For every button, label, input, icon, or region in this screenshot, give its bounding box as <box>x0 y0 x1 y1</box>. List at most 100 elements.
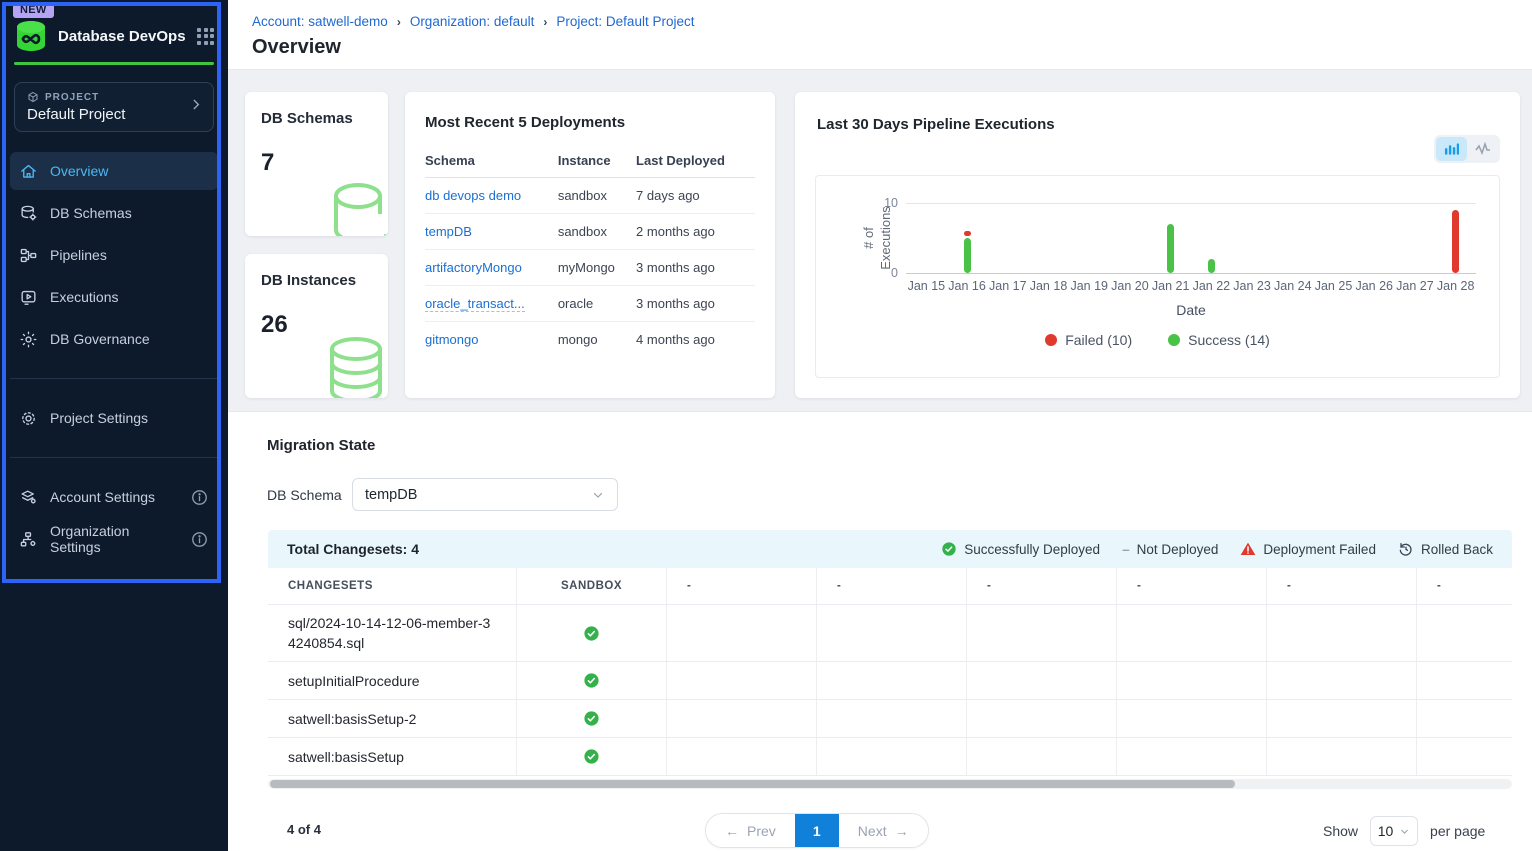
schema-link[interactable]: gitmongo <box>425 332 478 347</box>
sidebar-item-label: DB Governance <box>50 331 150 347</box>
sidebar-item-db-schemas[interactable]: DB Schemas <box>10 194 218 232</box>
play-box-icon <box>19 288 38 307</box>
sidebar-item-label: Organization Settings <box>50 523 178 555</box>
info-icon[interactable] <box>190 530 209 549</box>
db-schemas-card-title: DB Schemas <box>261 110 372 127</box>
app-title: Database DevOps <box>58 28 187 45</box>
x-tick-label: Jan 17 <box>989 279 1027 293</box>
schema-link[interactable]: db devops demo <box>425 188 521 203</box>
page-size-control: Show 10 per page <box>1323 816 1485 846</box>
breadcrumb-account-link[interactable]: Account: satwell-demo <box>252 14 388 29</box>
check-circle-icon <box>583 625 600 642</box>
sidebar-item-pipelines[interactable]: Pipelines <box>10 236 218 274</box>
breadcrumb-organization-link[interactable]: Organization: default <box>410 14 535 29</box>
chart-panel: # of Executions 10 0 Jan 15Jan 16Jan 17J… <box>815 175 1500 378</box>
horizontal-scrollbar <box>268 779 1512 789</box>
pager: ← Prev 1 Next → <box>705 813 929 848</box>
page-size-value: 10 <box>1378 823 1394 839</box>
col-sandbox: SANDBOX <box>517 568 667 604</box>
dash-icon: – <box>1122 542 1130 557</box>
breadcrumb-separator: › <box>543 15 547 29</box>
x-axis-title: Date <box>906 302 1476 318</box>
breadcrumb-project-link[interactable]: Project: Default Project <box>556 14 694 29</box>
sidebar-nav: Overview DB Schemas Pipelines Executions… <box>0 152 228 558</box>
failed-bar <box>964 231 971 236</box>
sidebar: NEW Database DevOps PROJECT Default Proj… <box>0 0 228 851</box>
schema-link[interactable]: tempDB <box>425 224 472 239</box>
chart-legend-item: Success (14) <box>1168 332 1270 348</box>
db-instances-card: DB Instances 26 <box>245 254 388 398</box>
sidebar-item-account-settings[interactable]: Account Settings <box>10 478 218 516</box>
col-dash: - <box>667 568 817 604</box>
x-axis-line <box>906 273 1476 274</box>
changeset-name: sql/2024-10-14-12-06-member-34240854.sql <box>268 605 517 662</box>
recent-deployments-card: Most Recent 5 Deployments Schema Instanc… <box>405 92 775 398</box>
col-schema: Schema <box>425 143 558 178</box>
gear-icon <box>19 409 38 428</box>
app-window: NEW Database DevOps PROJECT Default Proj… <box>0 0 1532 851</box>
x-tick-label: Jan 19 <box>1070 279 1108 293</box>
arrow-right-icon: → <box>895 823 909 839</box>
last-deployed-cell: 4 months ago <box>636 322 755 358</box>
instance-cell: sandbox <box>558 178 636 214</box>
db-instances-count: 26 <box>261 311 372 339</box>
sidebar-item-project-settings[interactable]: Project Settings <box>10 399 218 437</box>
legend-successfully-deployed: Successfully Deployed <box>941 541 1100 557</box>
next-page-button[interactable]: Next → <box>839 814 928 847</box>
page-title: Overview <box>252 36 341 59</box>
check-circle-icon <box>941 541 957 557</box>
instance-cell: oracle <box>558 286 636 322</box>
sidebar-item-organization-settings[interactable]: Organization Settings <box>10 520 218 558</box>
chevron-right-icon <box>189 98 203 117</box>
x-tick-label: Jan 15 <box>908 279 946 293</box>
last-deployed-cell: 7 days ago <box>636 178 755 214</box>
sidebar-item-overview[interactable]: Overview <box>10 152 218 190</box>
horizontal-scrollbar-thumb[interactable] <box>270 780 1235 788</box>
db-schema-select[interactable]: tempDB <box>352 478 618 511</box>
line-chart-toggle-button[interactable] <box>1467 137 1498 161</box>
changeset-row: satwell:basisSetup <box>268 738 1512 776</box>
sandbox-status-cell <box>517 605 667 662</box>
legend-dot-icon <box>1045 334 1057 346</box>
page-size-select[interactable]: 10 <box>1370 816 1418 846</box>
recent-deployments-table: Schema Instance Last Deployed db devops … <box>425 143 755 357</box>
last-deployed-cell: 3 months ago <box>636 250 755 286</box>
schema-link[interactable]: artifactoryMongo <box>425 260 522 275</box>
x-tick-label: Jan 20 <box>1111 279 1149 293</box>
sidebar-item-db-governance[interactable]: DB Governance <box>10 320 218 358</box>
gear-icon <box>19 330 38 349</box>
sandbox-status-cell <box>517 700 667 737</box>
bar-chart-toggle-button[interactable] <box>1436 137 1467 161</box>
db-schema-select-value: tempDB <box>365 487 417 503</box>
schema-link[interactable]: oracle_transact... <box>425 296 525 312</box>
table-header-row: Schema Instance Last Deployed <box>425 143 755 178</box>
page-1-button[interactable]: 1 <box>795 814 839 847</box>
chart-title: Last 30 Days Pipeline Executions <box>817 116 1055 133</box>
legend-dot-icon <box>1168 334 1180 346</box>
success-bar <box>964 238 971 273</box>
sandbox-status-cell <box>517 662 667 699</box>
db-schema-label: DB Schema <box>267 487 342 503</box>
changesets-header-row: CHANGESETS SANDBOX - - - - - - <box>268 568 1512 605</box>
app-logo-icon <box>14 20 48 52</box>
col-dash: - <box>1417 568 1512 604</box>
sidebar-item-executions[interactable]: Executions <box>10 278 218 316</box>
line-chart-icon <box>1475 142 1491 156</box>
col-dash: - <box>817 568 967 604</box>
instance-cell: sandbox <box>558 214 636 250</box>
show-label: Show <box>1323 823 1358 839</box>
pipeline-icon <box>19 246 38 265</box>
prev-page-button[interactable]: ← Prev <box>706 814 795 847</box>
app-launcher-icon[interactable] <box>197 28 214 45</box>
instance-cell: myMongo <box>558 250 636 286</box>
warning-triangle-icon <box>1240 541 1256 557</box>
changeset-row: setupInitialProcedure <box>268 662 1512 700</box>
info-icon[interactable] <box>190 488 209 507</box>
col-dash: - <box>1117 568 1267 604</box>
last-deployed-cell: 2 months ago <box>636 214 755 250</box>
project-selector[interactable]: PROJECT Default Project <box>14 82 214 132</box>
org-gear-icon <box>19 530 38 549</box>
arrow-left-icon: ← <box>725 823 739 839</box>
breadcrumb: Account: satwell-demo › Organization: de… <box>252 14 694 29</box>
project-name: Default Project <box>27 106 201 123</box>
